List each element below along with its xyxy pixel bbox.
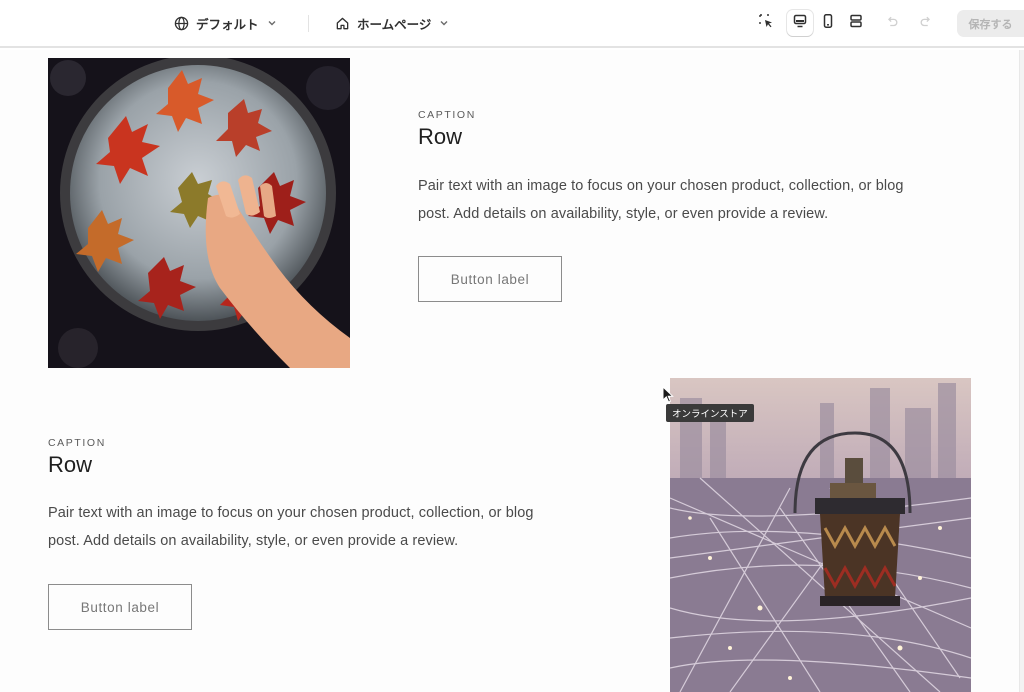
row-heading: Row [48,452,93,477]
page-label: ホームページ [357,16,432,32]
desktop-view-button[interactable] [787,10,813,36]
theme-label: デフォルト [196,16,259,32]
mobile-view-button[interactable] [815,10,841,36]
row-button[interactable]: Button label [48,584,192,630]
row-body-line: post. Add details on availability, style… [48,533,459,549]
fullscreen-icon [848,13,864,33]
home-icon [334,15,350,31]
row-body-text: Pair text with an image to focus on your… [48,499,608,555]
toolbar-divider [308,15,309,32]
redo-icon [919,14,933,33]
row-body-line: Pair text with an image to focus on your… [48,505,534,521]
globe-icon [173,15,189,31]
row-caption: CAPTION [48,437,106,449]
theme-selector[interactable]: デフォルト [173,0,278,46]
online-store-tooltip: オンラインストア [666,404,754,422]
fullscreen-view-button[interactable] [843,10,869,36]
chevron-down-icon [438,17,450,29]
mobile-icon [820,13,836,33]
row-button[interactable]: Button label [418,256,562,302]
row-body-text: Pair text with an image to focus on your… [418,172,978,228]
save-button[interactable]: 保存する [957,10,1024,37]
autumn-leaves-tray-image [48,58,350,368]
preview-scrollbar[interactable] [1019,50,1024,692]
lantern-city-image [670,378,971,692]
select-element-button[interactable] [753,10,779,36]
row-body-line: post. Add details on availability, style… [418,206,829,222]
row-heading: Row [418,124,463,149]
editor-toolbar: デフォルト ホームページ 保存する [0,0,1024,48]
desktop-icon [792,13,808,33]
undo-icon [885,14,899,33]
mouse-cursor-icon [662,385,674,408]
page-selector[interactable]: ホームページ [334,0,450,46]
undo-button[interactable] [879,10,905,36]
chevron-down-icon [266,17,278,29]
redo-button[interactable] [913,10,939,36]
row-caption: CAPTION [418,109,476,121]
select-element-icon [758,13,774,33]
row-body-line: Pair text with an image to focus on your… [418,178,904,194]
